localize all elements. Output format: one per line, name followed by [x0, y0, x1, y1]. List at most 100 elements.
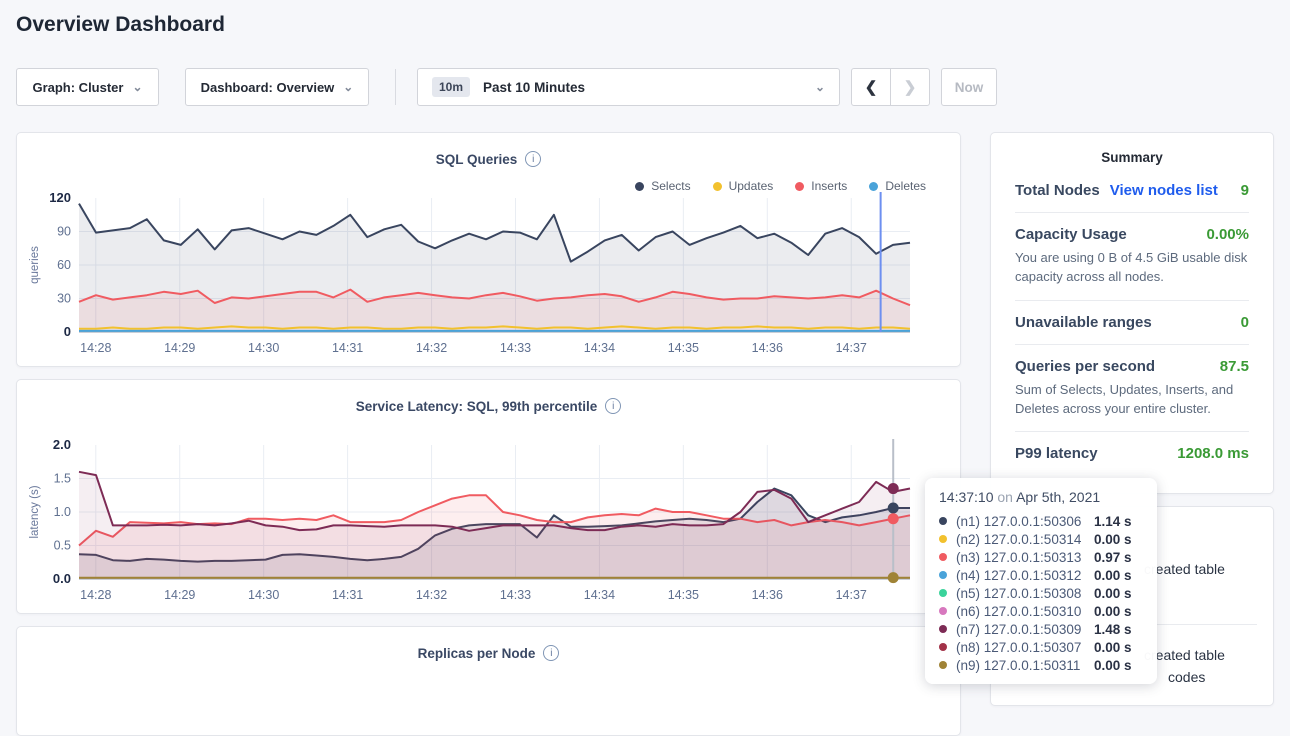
legend-item-selects[interactable]: Selects [635, 179, 690, 193]
info-icon[interactable]: i [543, 645, 559, 661]
svg-text:1.0: 1.0 [54, 505, 71, 519]
svg-text:90: 90 [57, 225, 71, 239]
tooltip-date: Apr 5th, 2021 [1016, 489, 1100, 505]
dashboard-dropdown-label: Dashboard: Overview [201, 80, 335, 95]
controls-divider [395, 69, 396, 105]
svg-text:14:35: 14:35 [668, 341, 699, 355]
summary-row: Unavailable ranges0 [1015, 301, 1249, 345]
tooltip-node-address: (n3) 127.0.0.1:50313 [956, 550, 1086, 565]
legend-item-updates[interactable]: Updates [713, 179, 774, 193]
node-color-dot-icon [939, 643, 947, 651]
tooltip-node-address: (n9) 127.0.0.1:50311 [956, 658, 1086, 673]
summary-value: 87.5 [1220, 358, 1249, 375]
legend-dot-icon [635, 182, 644, 191]
svg-text:2.0: 2.0 [53, 437, 71, 452]
event-item-text[interactable]: codes [1168, 669, 1205, 685]
legend-dot-icon [713, 182, 722, 191]
node-color-dot-icon [939, 589, 947, 597]
summary-description: You are using 0 B of 4.5 GiB usable disk… [1015, 249, 1249, 287]
chart-header: SQL Queries i [17, 133, 960, 168]
service-latency-chart-card: Service Latency: SQL, 99th percentile i … [16, 379, 961, 614]
tooltip-row: (n3) 127.0.0.1:50313 0.97 s [939, 548, 1143, 566]
tooltip-node-value: 1.48 s [1094, 622, 1132, 637]
dashboard-dropdown[interactable]: Dashboard: Overview ⌄ [185, 68, 369, 106]
time-range-badge: 10m [432, 77, 470, 97]
svg-text:14:32: 14:32 [416, 588, 447, 602]
sql-queries-chart[interactable]: 14:2814:2914:3014:3114:3214:3314:3414:35… [17, 190, 946, 366]
tooltip-row: (n1) 127.0.0.1:503061.14 s [939, 512, 1143, 530]
info-icon[interactable]: i [525, 151, 541, 167]
svg-text:14:37: 14:37 [836, 341, 867, 355]
svg-text:30: 30 [57, 292, 71, 306]
tooltip-node-value: 1.14 s [1094, 514, 1132, 529]
tooltip-node-value: 0.00 s [1094, 604, 1132, 619]
time-range-dropdown[interactable]: 10m Past 10 Minutes ⌄ [417, 68, 840, 106]
chart-title: Replicas per Node [418, 646, 536, 661]
page-title: Overview Dashboard [16, 13, 225, 37]
svg-text:14:36: 14:36 [752, 341, 783, 355]
tooltip-node-address: (n4) 127.0.0.1:50312 [956, 568, 1086, 583]
tooltip-node-value: 0.00 s [1094, 586, 1132, 601]
summary-row: Capacity Usage0.00%You are using 0 B of … [1015, 213, 1249, 301]
summary-row: P99 latency1208.0 ms [1015, 432, 1249, 475]
service-latency-chart[interactable]: 14:2814:2914:3014:3114:3214:3314:3414:35… [17, 437, 946, 613]
tooltip-rows: (n1) 127.0.0.1:503061.14 s(n2) 127.0.0.1… [939, 512, 1143, 674]
svg-text:14:29: 14:29 [164, 588, 195, 602]
tooltip-node-address: (n6) 127.0.0.1:50310 [956, 604, 1086, 619]
legend-label: Inserts [811, 179, 847, 193]
tooltip-time: 14:37:10 [939, 489, 994, 505]
node-color-dot-icon [939, 517, 947, 525]
chevron-down-icon: ⌄ [815, 81, 825, 93]
chart-header: Replicas per Node i [17, 627, 960, 662]
tooltip-row: (n7) 127.0.0.1:50309 1.48 s [939, 620, 1143, 638]
node-color-dot-icon [939, 535, 947, 543]
node-color-dot-icon [939, 607, 947, 615]
summary-label: Queries per second [1015, 358, 1155, 375]
legend-item-inserts[interactable]: Inserts [795, 179, 847, 193]
tooltip-node-value: 0.97 s [1094, 550, 1132, 565]
tooltip-row: (n6) 127.0.0.1:50310 0.00 s [939, 602, 1143, 620]
controls-bar: Graph: Cluster ⌄ Dashboard: Overview ⌄ 1… [0, 68, 1290, 106]
svg-text:60: 60 [57, 258, 71, 272]
graph-dropdown-label: Graph: Cluster [32, 80, 123, 95]
chart-hover-tooltip: 14:37:10 on Apr 5th, 2021 (n1) 127.0.0.1… [925, 478, 1157, 684]
tooltip-node-value: 0.00 s [1094, 640, 1132, 655]
tooltip-row: (n5) 127.0.0.1:503080.00 s [939, 584, 1143, 602]
summary-value: 9 [1241, 182, 1249, 199]
now-button[interactable]: Now [941, 68, 997, 106]
summary-value: 0.00% [1206, 226, 1249, 243]
tooltip-node-value: 0.00 s [1094, 568, 1132, 583]
summary-rows: Total Nodes View nodes list 9 Capacity Usag… [991, 169, 1273, 475]
svg-text:14:29: 14:29 [164, 341, 195, 355]
svg-text:14:31: 14:31 [332, 341, 363, 355]
replicas-per-node-chart-card: Replicas per Node i [16, 626, 961, 736]
legend-label: Deletes [885, 179, 926, 193]
svg-text:queries: queries [29, 246, 41, 284]
graph-dropdown[interactable]: Graph: Cluster ⌄ [16, 68, 159, 106]
tooltip-on-word: on [997, 489, 1013, 505]
summary-value: 1208.0 ms [1177, 445, 1249, 462]
svg-text:1.5: 1.5 [54, 472, 71, 486]
svg-text:14:35: 14:35 [668, 588, 699, 602]
tooltip-row: (n9) 127.0.0.1:503110.00 s [939, 656, 1143, 674]
tooltip-timestamp: 14:37:10 on Apr 5th, 2021 [939, 489, 1143, 505]
summary-title: Summary [991, 133, 1273, 169]
time-next-button[interactable]: ❯ [890, 68, 930, 106]
view-nodes-list-link[interactable]: View nodes list [1110, 182, 1218, 199]
legend-item-deletes[interactable]: Deletes [869, 179, 926, 193]
svg-text:14:34: 14:34 [584, 588, 615, 602]
time-step-button-group: ❮ ❯ [851, 68, 930, 106]
svg-text:0.5: 0.5 [54, 539, 71, 553]
info-icon[interactable]: i [605, 398, 621, 414]
svg-text:120: 120 [49, 190, 71, 205]
tooltip-row: (n2) 127.0.0.1:503140.00 s [939, 530, 1143, 548]
svg-text:14:31: 14:31 [332, 588, 363, 602]
tooltip-node-address: (n7) 127.0.0.1:50309 [956, 622, 1086, 637]
tooltip-row: (n8) 127.0.0.1:503070.00 s [939, 638, 1143, 656]
summary-panel: Summary Total Nodes View nodes list 9 Capac… [990, 132, 1274, 494]
svg-text:14:34: 14:34 [584, 341, 615, 355]
time-prev-button[interactable]: ❮ [851, 68, 891, 106]
summary-value: 0 [1241, 314, 1249, 331]
summary-label: Total Nodes [1015, 182, 1100, 199]
tooltip-node-address: (n2) 127.0.0.1:50314 [956, 532, 1086, 547]
